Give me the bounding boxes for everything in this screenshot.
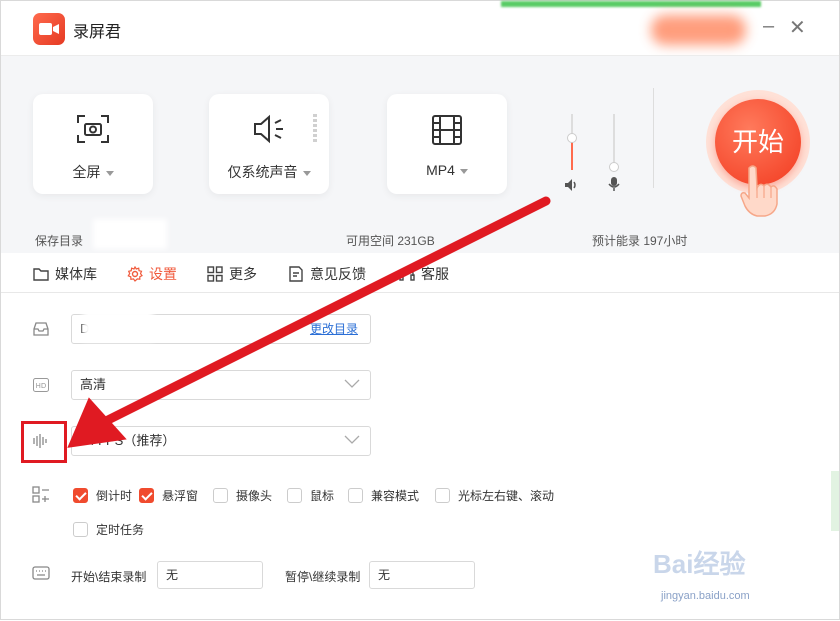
watermark: Bai经验 jingyan.baidu.com — [641, 544, 840, 614]
format-button[interactable]: MP4 — [387, 94, 507, 194]
option-compat-mode[interactable]: 兼容模式 — [348, 487, 419, 504]
top-panel: 全屏 仅系统声音 MP4 开始 保存目录 可用空间 231GB 预计能录 197… — [1, 55, 839, 253]
tab-feedback[interactable]: 意见反馈 — [288, 264, 366, 284]
checkbox[interactable] — [287, 488, 302, 503]
fullscreen-camera-icon — [33, 114, 153, 144]
audio-source-label: 仅系统声音 — [227, 164, 298, 180]
app-title: 录屏君 — [73, 24, 122, 41]
tab-feedback-label: 意见反馈 — [310, 266, 366, 282]
blurred-area — [93, 219, 167, 249]
tab-settings-label: 设置 — [149, 266, 177, 282]
grid-icon — [207, 266, 223, 282]
fps-select[interactable]: 24 FPS（推荐） — [71, 426, 371, 456]
checkbox[interactable] — [73, 522, 88, 537]
folder-icon — [33, 268, 49, 281]
option-label: 光标左右键、滚动 — [458, 489, 555, 503]
quality-value: 高清 — [80, 377, 107, 392]
checkbox[interactable] — [73, 488, 88, 503]
headset-icon — [399, 267, 415, 281]
options-icon — [31, 485, 51, 505]
svg-text:HD: HD — [36, 382, 47, 390]
volume-meter — [313, 114, 317, 144]
watermark-url: jingyan.baidu.com — [661, 590, 750, 602]
option-cursor-clicks[interactable]: 光标左右键、滚动 — [435, 487, 554, 504]
quality-select[interactable]: 高清 — [71, 370, 371, 400]
microphone-icon[interactable] — [608, 176, 620, 197]
chevron-down-icon — [302, 170, 311, 176]
tab-more[interactable]: 更多 — [207, 264, 257, 284]
estimated-time: 预计能录 197小时 — [592, 234, 688, 248]
keyboard-icon — [31, 563, 51, 583]
tab-support-label: 客服 — [421, 266, 449, 282]
checkbox[interactable] — [435, 488, 450, 503]
option-label: 倒计时 — [96, 489, 133, 503]
title-bar: 录屏君 – ✕ — [1, 1, 839, 55]
option-label: 悬浮窗 — [162, 489, 199, 503]
hotkey-pause-field[interactable]: 无 — [369, 561, 475, 589]
speaker-volume-knob[interactable] — [567, 133, 577, 143]
audio-source-button[interactable]: 仅系统声音 — [209, 94, 329, 194]
speaker-icon — [209, 114, 329, 144]
mic-volume-knob[interactable] — [609, 162, 619, 172]
divider — [653, 88, 654, 188]
option-label: 定时任务 — [96, 523, 145, 537]
gear-icon — [127, 266, 143, 282]
minimize-icon[interactable]: – — [763, 15, 774, 38]
chevron-down-icon — [105, 170, 114, 176]
option-mouse[interactable]: 鼠标 — [287, 487, 334, 504]
option-scheduled-task[interactable]: 定时任务 — [73, 521, 144, 538]
blurred-area — [651, 15, 746, 45]
hotkey-start-label: 开始\结束录制 — [71, 570, 147, 584]
format-label: MP4 — [426, 162, 455, 178]
blurred-area — [501, 1, 761, 7]
annotation-highlight-box — [21, 421, 67, 463]
blurred-area — [83, 309, 153, 341]
chevron-down-icon — [344, 379, 360, 388]
app-window: 录屏君 – ✕ 全屏 仅系统声音 MP4 开始 保存目录 可用空间 231GB … — [0, 0, 840, 620]
pointing-hand-icon — [739, 164, 781, 223]
option-countdown[interactable]: 倒计时 — [73, 487, 132, 504]
hd-icon: HD — [31, 375, 51, 395]
feedback-icon — [289, 266, 303, 282]
save-dir-label: 保存目录 — [35, 234, 84, 248]
watermark-brand: Bai经验 — [653, 549, 746, 579]
checkbox[interactable] — [139, 488, 154, 503]
film-icon — [387, 114, 507, 146]
option-floating-window[interactable]: 悬浮窗 — [139, 487, 198, 504]
tab-media-library[interactable]: 媒体库 — [33, 264, 97, 284]
free-space: 可用空间 231GB — [346, 234, 435, 248]
capture-area-label: 全屏 — [72, 164, 101, 180]
folder-tray-icon — [31, 319, 51, 339]
hotkey-start-field[interactable]: 无 — [157, 561, 263, 589]
fps-value: 24 FPS（推荐） — [80, 433, 176, 448]
checkbox[interactable] — [348, 488, 363, 503]
tab-settings[interactable]: 设置 — [127, 264, 177, 284]
checkbox[interactable] — [213, 488, 228, 503]
hotkey-pause-label: 暂停\继续录制 — [285, 570, 361, 584]
capture-area-button[interactable]: 全屏 — [33, 94, 153, 194]
option-camera[interactable]: 摄像头 — [213, 487, 272, 504]
chevron-down-icon — [459, 168, 468, 174]
nav-bar: 媒体库 设置 更多 意见反馈 客服 — [1, 253, 839, 293]
close-icon[interactable]: ✕ — [789, 15, 806, 40]
chevron-down-icon — [344, 435, 360, 444]
tab-more-label: 更多 — [229, 266, 257, 282]
speaker-small-icon[interactable] — [564, 178, 580, 197]
option-label: 鼠标 — [310, 489, 335, 503]
tab-support[interactable]: 客服 — [399, 264, 449, 284]
edge-accent — [831, 471, 839, 531]
tab-media-library-label: 媒体库 — [55, 266, 97, 282]
app-logo-icon — [33, 13, 65, 45]
change-dir-link[interactable]: 更改目录 — [310, 315, 358, 343]
option-label: 兼容模式 — [371, 489, 420, 503]
option-label: 摄像头 — [236, 489, 273, 503]
